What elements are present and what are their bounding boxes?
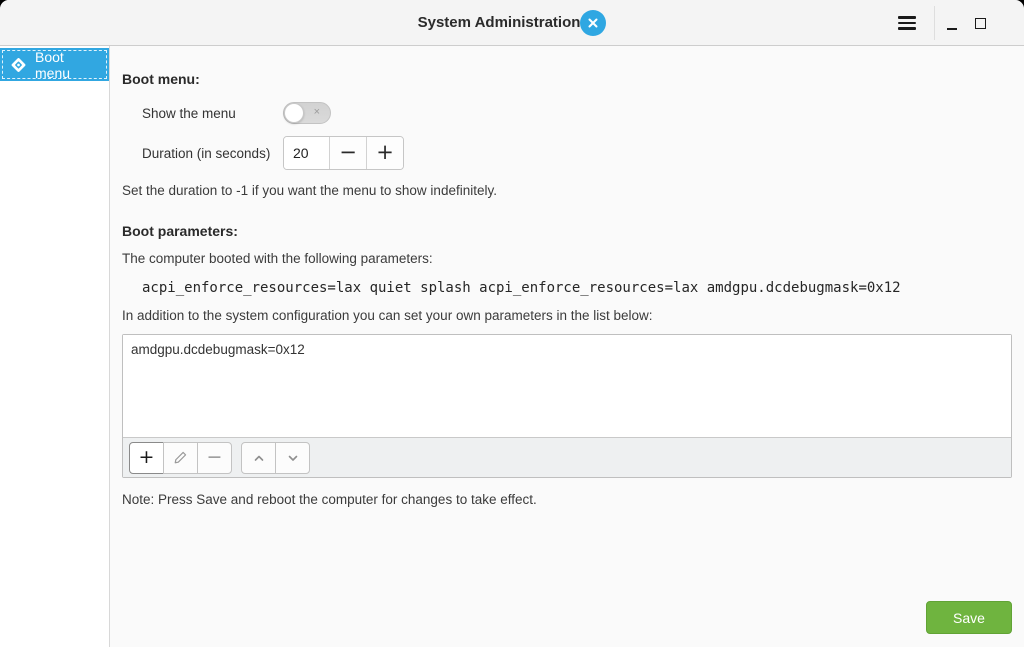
- pencil-icon: [173, 450, 188, 465]
- duration-decrement-button[interactable]: −: [329, 137, 366, 169]
- toggle-knob: [284, 103, 304, 123]
- hamburger-icon: [898, 16, 916, 19]
- plus-icon: +: [376, 142, 394, 163]
- parameters-list[interactable]: amdgpu.dcdebugmask=0x12: [123, 335, 1011, 437]
- move-up-button[interactable]: [241, 442, 276, 474]
- own-parameters-label: In addition to the system configuration …: [122, 307, 1012, 325]
- add-parameter-button[interactable]: +: [129, 442, 164, 474]
- sidebar-item-boot-menu[interactable]: Boot menu: [0, 48, 109, 81]
- close-button[interactable]: [580, 10, 606, 36]
- titlebar: System Administration: [0, 0, 1024, 46]
- maximize-icon: [975, 18, 986, 29]
- hamburger-icon: [898, 22, 916, 25]
- duration-label: Duration (in seconds): [142, 146, 283, 161]
- boot-menu-icon: [10, 56, 27, 74]
- minimize-button[interactable]: [938, 5, 966, 41]
- booted-parameters-value: acpi_enforce_resources=lax quiet splash …: [142, 279, 1012, 297]
- show-menu-label: Show the menu: [142, 106, 283, 121]
- parameter-list-item[interactable]: amdgpu.dcdebugmask=0x12: [123, 335, 1011, 364]
- plus-icon: +: [139, 448, 155, 467]
- window-body: Boot menu Boot menu: Show the menu × Dur…: [0, 46, 1024, 647]
- show-menu-row: Show the menu ×: [142, 102, 1012, 124]
- minus-icon: −: [207, 448, 223, 467]
- chevron-down-icon: [285, 450, 301, 466]
- show-menu-toggle[interactable]: ×: [283, 102, 331, 124]
- remove-parameter-button[interactable]: −: [197, 442, 232, 474]
- boot-parameters-heading: Boot parameters:: [122, 222, 1012, 241]
- duration-row: Duration (in seconds) − +: [142, 136, 1012, 170]
- edit-button-group: + −: [129, 442, 232, 474]
- titlebar-separator: [934, 6, 935, 40]
- duration-hint: Set the duration to -1 if you want the m…: [122, 182, 1012, 200]
- boot-menu-heading: Boot menu:: [122, 70, 1012, 89]
- minimize-icon: [947, 28, 957, 30]
- duration-increment-button[interactable]: +: [366, 137, 403, 169]
- save-button[interactable]: Save: [926, 601, 1012, 634]
- close-icon: [587, 17, 599, 29]
- chevron-up-icon: [251, 450, 267, 466]
- booted-with-label: The computer booted with the following p…: [122, 250, 1012, 268]
- system-administration-window: System Administration: [0, 0, 1024, 647]
- window-title: System Administration: [418, 14, 581, 31]
- save-note: Note: Press Save and reboot the computer…: [122, 491, 1012, 509]
- sidebar-item-label: Boot menu: [35, 49, 99, 81]
- duration-spinbox: − +: [283, 136, 404, 170]
- duration-input[interactable]: [284, 137, 329, 169]
- move-down-button[interactable]: [275, 442, 310, 474]
- parameters-toolbar: + −: [123, 437, 1011, 477]
- minus-icon: −: [339, 142, 357, 163]
- edit-parameter-button[interactable]: [163, 442, 198, 474]
- move-button-group: [241, 442, 310, 474]
- parameters-list-frame: amdgpu.dcdebugmask=0x12 + −: [122, 334, 1012, 478]
- app-menu-button[interactable]: [889, 5, 925, 41]
- toggle-off-icon: ×: [314, 107, 320, 118]
- main-content: Boot menu: Show the menu × Duration (in …: [110, 46, 1024, 647]
- sidebar: Boot menu: [0, 46, 110, 647]
- hamburger-icon: [898, 27, 916, 30]
- maximize-button[interactable]: [966, 5, 994, 41]
